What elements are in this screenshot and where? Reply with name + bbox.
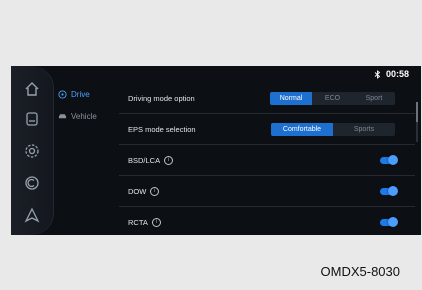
steering-wheel-icon — [58, 90, 67, 99]
info-icon[interactable]: i — [151, 217, 161, 227]
rcta-label: RCTA — [128, 217, 148, 227]
eps-mode-selector: Comfortable Sports — [271, 122, 395, 136]
media-icon[interactable] — [23, 174, 41, 192]
sub-nav-drive-label: Drive — [71, 90, 90, 99]
driving-mode-row: Driving mode option Normal ECO Sport — [119, 83, 415, 114]
toggle-knob — [388, 154, 398, 165]
sub-nav-vehicle[interactable]: Vehicle — [58, 112, 97, 121]
eps-mode-row: EPS mode selection Comfortable Sports — [119, 114, 415, 145]
sub-nav-vehicle-label: Vehicle — [71, 112, 97, 121]
bsd-lca-toggle[interactable] — [380, 154, 398, 165]
toggle-knob — [388, 216, 398, 227]
driving-mode-sport[interactable]: Sport — [353, 92, 395, 105]
scrollbar[interactable] — [416, 102, 418, 142]
driving-mode-selector: Normal ECO Sport — [270, 91, 395, 105]
home-icon[interactable] — [23, 80, 41, 98]
clock: 00:58 — [385, 69, 409, 79]
bsd-lca-label: BSD/LCA — [128, 155, 161, 165]
eps-mode-sports[interactable]: Sports — [333, 123, 395, 136]
eps-mode-label: EPS mode selection — [128, 124, 196, 134]
car-settings-icon[interactable] — [23, 110, 41, 128]
navigation-icon[interactable] — [23, 206, 41, 224]
side-rail — [11, 66, 53, 235]
settings-list: Driving mode option Normal ECO Sport EPS… — [119, 83, 415, 235]
info-icon[interactable]: i — [150, 186, 160, 196]
rcta-row: RCTA i — [119, 207, 415, 235]
dow-row: DOW i — [119, 176, 415, 207]
bsd-lca-row: BSD/LCA i — [119, 145, 415, 176]
figure-code: OMDX5-8030 — [320, 264, 400, 279]
driving-mode-eco[interactable]: ECO — [312, 92, 353, 105]
status-bar: 00:58 — [374, 69, 409, 79]
infotainment-screen: Drive Vehicle 00:58 Driving mode option … — [11, 66, 421, 235]
bluetooth-icon — [374, 69, 381, 79]
dow-toggle[interactable] — [380, 185, 398, 196]
driving-mode-label: Driving mode option — [128, 93, 195, 103]
gear-icon[interactable] — [23, 142, 41, 160]
eps-mode-comfortable[interactable]: Comfortable — [271, 122, 333, 136]
dow-label: DOW — [128, 186, 147, 196]
toggle-knob — [388, 185, 398, 196]
settings-sub-nav: Drive Vehicle — [55, 66, 125, 235]
scroll-thumb[interactable] — [416, 102, 418, 122]
info-icon[interactable]: i — [164, 155, 174, 165]
sub-nav-drive[interactable]: Drive — [58, 90, 90, 99]
rcta-toggle[interactable] — [380, 216, 398, 227]
driving-mode-normal[interactable]: Normal — [270, 91, 312, 105]
car-icon — [58, 114, 67, 119]
